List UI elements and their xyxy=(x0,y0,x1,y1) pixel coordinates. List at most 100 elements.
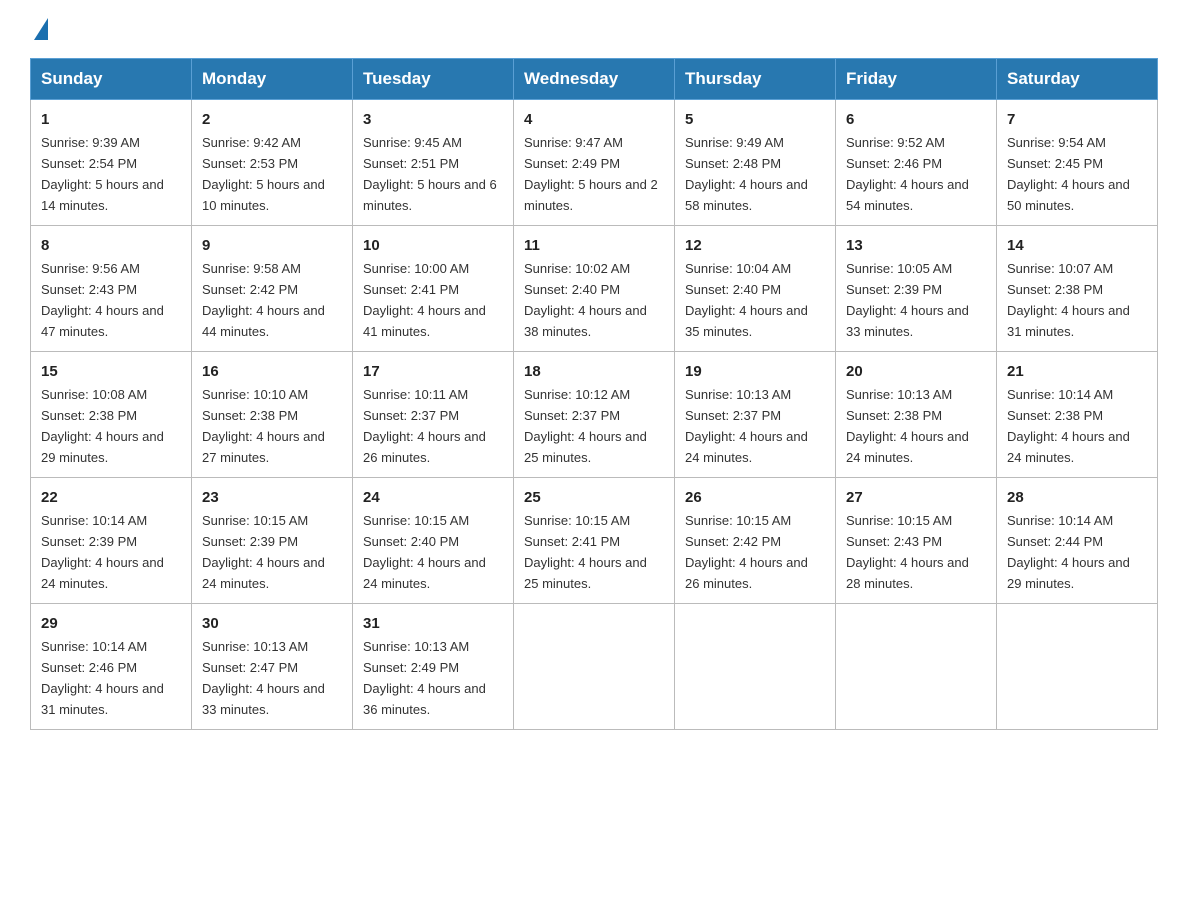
day-info: Sunrise: 9:52 AMSunset: 2:46 PMDaylight:… xyxy=(846,135,969,213)
calendar-table: SundayMondayTuesdayWednesdayThursdayFrid… xyxy=(30,58,1158,730)
calendar-cell: 14 Sunrise: 10:07 AMSunset: 2:38 PMDayli… xyxy=(997,225,1158,351)
weekday-header-row: SundayMondayTuesdayWednesdayThursdayFrid… xyxy=(31,59,1158,100)
day-number: 13 xyxy=(846,234,986,257)
day-info: Sunrise: 10:15 AMSunset: 2:39 PMDaylight… xyxy=(202,513,325,591)
day-info: Sunrise: 10:13 AMSunset: 2:38 PMDaylight… xyxy=(846,387,969,465)
calendar-cell: 25 Sunrise: 10:15 AMSunset: 2:41 PMDayli… xyxy=(514,477,675,603)
day-number: 24 xyxy=(363,486,503,509)
day-info: Sunrise: 10:15 AMSunset: 2:41 PMDaylight… xyxy=(524,513,647,591)
calendar-cell: 9 Sunrise: 9:58 AMSunset: 2:42 PMDayligh… xyxy=(192,225,353,351)
calendar-cell: 1 Sunrise: 9:39 AMSunset: 2:54 PMDayligh… xyxy=(31,100,192,226)
day-info: Sunrise: 9:42 AMSunset: 2:53 PMDaylight:… xyxy=(202,135,325,213)
page-header xyxy=(30,20,1158,40)
day-number: 19 xyxy=(685,360,825,383)
calendar-cell: 12 Sunrise: 10:04 AMSunset: 2:40 PMDayli… xyxy=(675,225,836,351)
calendar-cell: 3 Sunrise: 9:45 AMSunset: 2:51 PMDayligh… xyxy=(353,100,514,226)
day-number: 1 xyxy=(41,108,181,131)
calendar-cell: 13 Sunrise: 10:05 AMSunset: 2:39 PMDayli… xyxy=(836,225,997,351)
calendar-cell: 23 Sunrise: 10:15 AMSunset: 2:39 PMDayli… xyxy=(192,477,353,603)
day-info: Sunrise: 9:45 AMSunset: 2:51 PMDaylight:… xyxy=(363,135,497,213)
logo-triangle-icon xyxy=(34,18,48,40)
day-number: 15 xyxy=(41,360,181,383)
day-number: 30 xyxy=(202,612,342,635)
weekday-header-wednesday: Wednesday xyxy=(514,59,675,100)
day-number: 2 xyxy=(202,108,342,131)
calendar-cell: 28 Sunrise: 10:14 AMSunset: 2:44 PMDayli… xyxy=(997,477,1158,603)
day-number: 18 xyxy=(524,360,664,383)
calendar-cell: 11 Sunrise: 10:02 AMSunset: 2:40 PMDayli… xyxy=(514,225,675,351)
day-info: Sunrise: 10:02 AMSunset: 2:40 PMDaylight… xyxy=(524,261,647,339)
week-row-4: 22 Sunrise: 10:14 AMSunset: 2:39 PMDayli… xyxy=(31,477,1158,603)
day-number: 20 xyxy=(846,360,986,383)
calendar-cell: 8 Sunrise: 9:56 AMSunset: 2:43 PMDayligh… xyxy=(31,225,192,351)
day-info: Sunrise: 10:07 AMSunset: 2:38 PMDaylight… xyxy=(1007,261,1130,339)
day-number: 3 xyxy=(363,108,503,131)
day-info: Sunrise: 9:39 AMSunset: 2:54 PMDaylight:… xyxy=(41,135,164,213)
day-info: Sunrise: 10:05 AMSunset: 2:39 PMDaylight… xyxy=(846,261,969,339)
day-info: Sunrise: 10:12 AMSunset: 2:37 PMDaylight… xyxy=(524,387,647,465)
day-number: 6 xyxy=(846,108,986,131)
weekday-header-sunday: Sunday xyxy=(31,59,192,100)
day-number: 28 xyxy=(1007,486,1147,509)
day-number: 21 xyxy=(1007,360,1147,383)
logo xyxy=(30,20,48,40)
week-row-2: 8 Sunrise: 9:56 AMSunset: 2:43 PMDayligh… xyxy=(31,225,1158,351)
day-info: Sunrise: 9:58 AMSunset: 2:42 PMDaylight:… xyxy=(202,261,325,339)
day-info: Sunrise: 10:15 AMSunset: 2:43 PMDaylight… xyxy=(846,513,969,591)
day-info: Sunrise: 9:47 AMSunset: 2:49 PMDaylight:… xyxy=(524,135,658,213)
day-number: 7 xyxy=(1007,108,1147,131)
day-number: 14 xyxy=(1007,234,1147,257)
calendar-cell xyxy=(514,603,675,729)
calendar-cell: 16 Sunrise: 10:10 AMSunset: 2:38 PMDayli… xyxy=(192,351,353,477)
day-number: 8 xyxy=(41,234,181,257)
day-number: 10 xyxy=(363,234,503,257)
day-info: Sunrise: 10:14 AMSunset: 2:44 PMDaylight… xyxy=(1007,513,1130,591)
calendar-cell: 31 Sunrise: 10:13 AMSunset: 2:49 PMDayli… xyxy=(353,603,514,729)
week-row-3: 15 Sunrise: 10:08 AMSunset: 2:38 PMDayli… xyxy=(31,351,1158,477)
calendar-cell: 19 Sunrise: 10:13 AMSunset: 2:37 PMDayli… xyxy=(675,351,836,477)
day-number: 11 xyxy=(524,234,664,257)
day-number: 4 xyxy=(524,108,664,131)
calendar-cell: 26 Sunrise: 10:15 AMSunset: 2:42 PMDayli… xyxy=(675,477,836,603)
day-number: 17 xyxy=(363,360,503,383)
day-info: Sunrise: 10:13 AMSunset: 2:47 PMDaylight… xyxy=(202,639,325,717)
calendar-cell: 2 Sunrise: 9:42 AMSunset: 2:53 PMDayligh… xyxy=(192,100,353,226)
day-number: 27 xyxy=(846,486,986,509)
day-number: 12 xyxy=(685,234,825,257)
day-info: Sunrise: 10:14 AMSunset: 2:46 PMDaylight… xyxy=(41,639,164,717)
calendar-cell: 5 Sunrise: 9:49 AMSunset: 2:48 PMDayligh… xyxy=(675,100,836,226)
calendar-cell: 27 Sunrise: 10:15 AMSunset: 2:43 PMDayli… xyxy=(836,477,997,603)
day-number: 29 xyxy=(41,612,181,635)
calendar-cell: 7 Sunrise: 9:54 AMSunset: 2:45 PMDayligh… xyxy=(997,100,1158,226)
week-row-5: 29 Sunrise: 10:14 AMSunset: 2:46 PMDayli… xyxy=(31,603,1158,729)
day-info: Sunrise: 9:56 AMSunset: 2:43 PMDaylight:… xyxy=(41,261,164,339)
calendar-cell: 15 Sunrise: 10:08 AMSunset: 2:38 PMDayli… xyxy=(31,351,192,477)
calendar-cell: 30 Sunrise: 10:13 AMSunset: 2:47 PMDayli… xyxy=(192,603,353,729)
weekday-header-saturday: Saturday xyxy=(997,59,1158,100)
day-info: Sunrise: 10:00 AMSunset: 2:41 PMDaylight… xyxy=(363,261,486,339)
day-info: Sunrise: 10:08 AMSunset: 2:38 PMDaylight… xyxy=(41,387,164,465)
calendar-cell xyxy=(836,603,997,729)
day-number: 16 xyxy=(202,360,342,383)
day-number: 9 xyxy=(202,234,342,257)
week-row-1: 1 Sunrise: 9:39 AMSunset: 2:54 PMDayligh… xyxy=(31,100,1158,226)
day-info: Sunrise: 10:14 AMSunset: 2:39 PMDaylight… xyxy=(41,513,164,591)
calendar-cell: 17 Sunrise: 10:11 AMSunset: 2:37 PMDayli… xyxy=(353,351,514,477)
day-info: Sunrise: 10:15 AMSunset: 2:40 PMDaylight… xyxy=(363,513,486,591)
day-info: Sunrise: 9:54 AMSunset: 2:45 PMDaylight:… xyxy=(1007,135,1130,213)
calendar-cell: 6 Sunrise: 9:52 AMSunset: 2:46 PMDayligh… xyxy=(836,100,997,226)
calendar-cell: 24 Sunrise: 10:15 AMSunset: 2:40 PMDayli… xyxy=(353,477,514,603)
day-info: Sunrise: 10:04 AMSunset: 2:40 PMDaylight… xyxy=(685,261,808,339)
calendar-cell xyxy=(997,603,1158,729)
day-number: 5 xyxy=(685,108,825,131)
day-info: Sunrise: 10:15 AMSunset: 2:42 PMDaylight… xyxy=(685,513,808,591)
calendar-cell: 4 Sunrise: 9:47 AMSunset: 2:49 PMDayligh… xyxy=(514,100,675,226)
day-number: 31 xyxy=(363,612,503,635)
day-info: Sunrise: 9:49 AMSunset: 2:48 PMDaylight:… xyxy=(685,135,808,213)
calendar-cell: 18 Sunrise: 10:12 AMSunset: 2:37 PMDayli… xyxy=(514,351,675,477)
weekday-header-friday: Friday xyxy=(836,59,997,100)
weekday-header-tuesday: Tuesday xyxy=(353,59,514,100)
day-number: 26 xyxy=(685,486,825,509)
day-info: Sunrise: 10:13 AMSunset: 2:49 PMDaylight… xyxy=(363,639,486,717)
day-number: 23 xyxy=(202,486,342,509)
